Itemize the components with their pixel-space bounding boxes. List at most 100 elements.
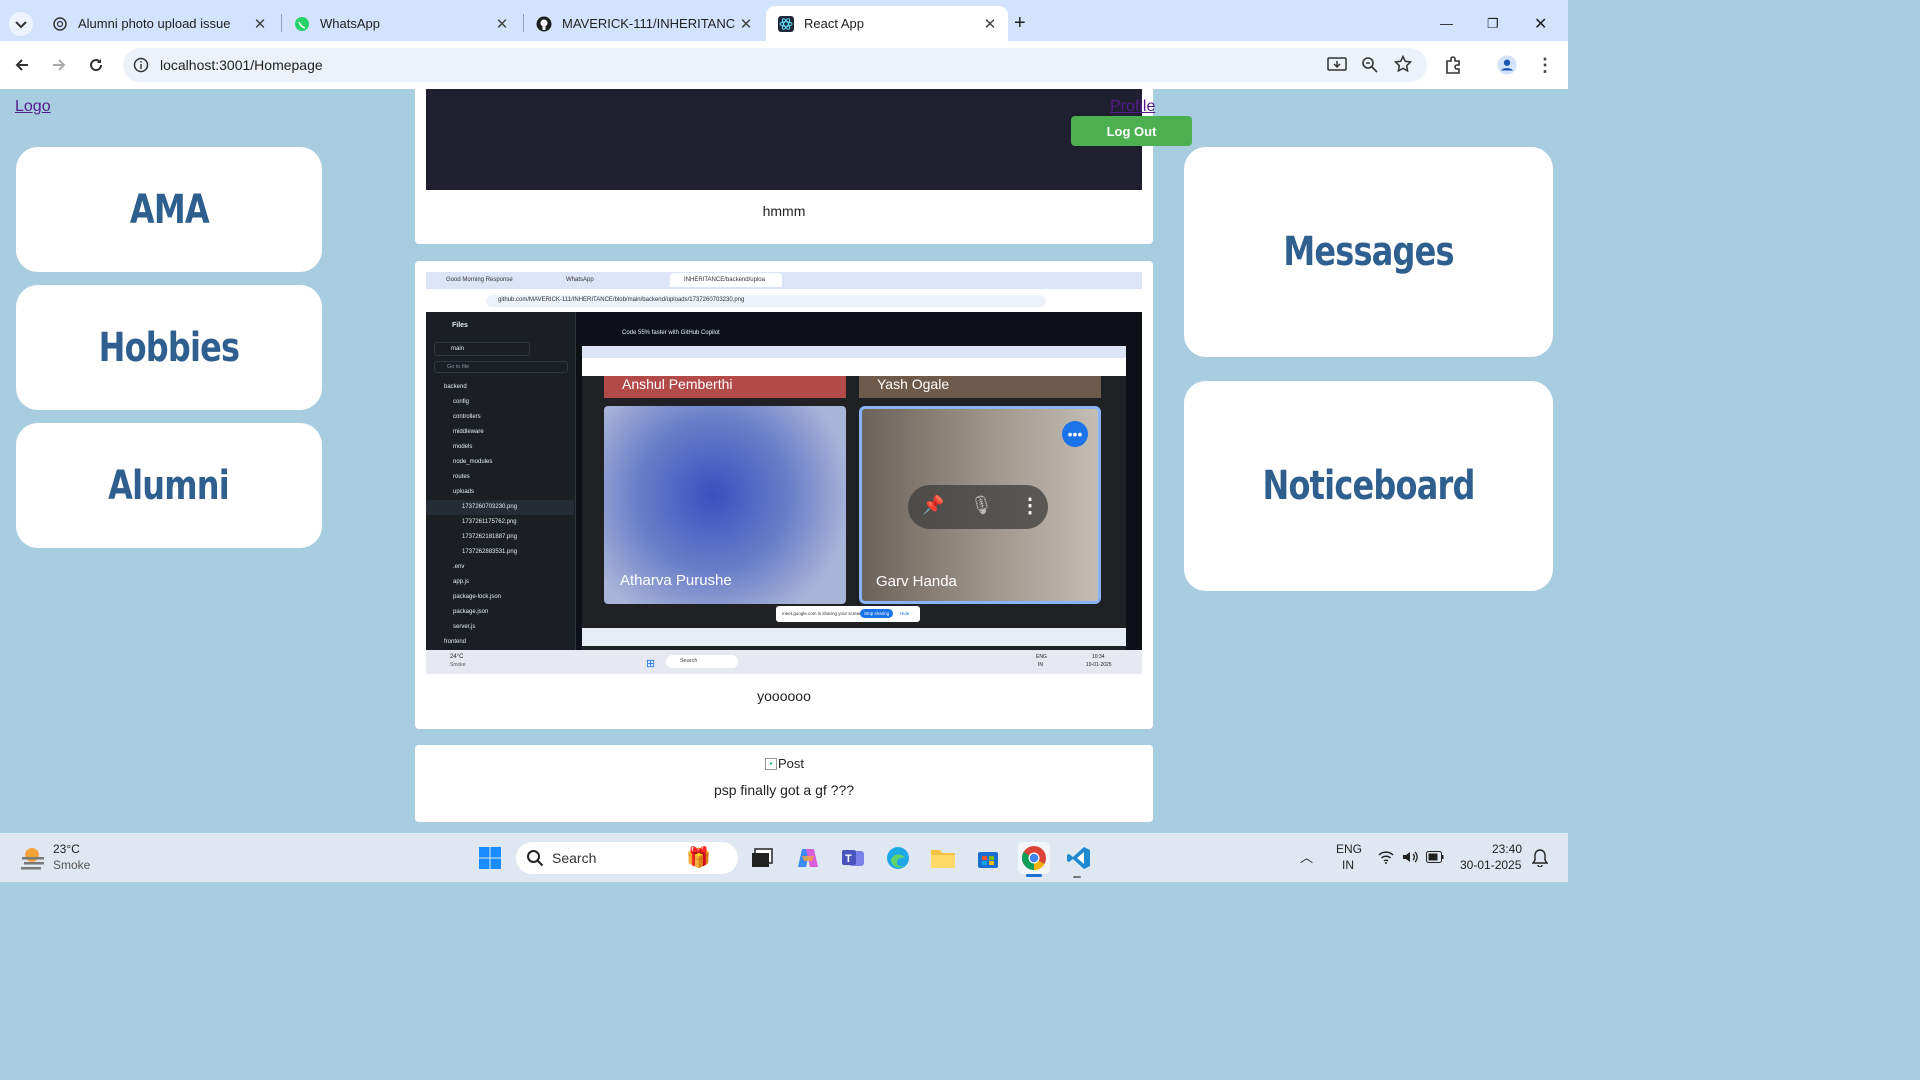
nav-card-messages[interactable]: Messages [1184,147,1553,357]
input-language[interactable]: ENG [1336,842,1362,856]
screenshot-file-tree: backend config controllers middleware models… [426,380,574,650]
screenshot-participant-tile: Anshul Pemberthi [604,376,846,398]
hide-link: Hide [900,611,910,616]
clock-time[interactable]: 23:40 [1492,842,1522,856]
weather-desc[interactable]: Smoke [53,858,90,872]
screenshot-file-row: config [453,399,470,405]
screenshot-file-row: uploads [453,489,475,495]
close-icon[interactable]: ✕ [250,15,270,33]
mic-icon: 🎙 [970,495,993,515]
share-bar-text: meet.google.com is sharing your screen. [782,611,864,616]
weather-temp[interactable]: 23°C [53,842,80,856]
wifi-icon[interactable] [1378,850,1394,864]
chevron-down-icon [9,11,33,36]
screenshot-file-row: backend [444,384,467,390]
profile-link[interactable]: Profile [1110,98,1155,116]
close-icon[interactable]: ✕ [736,15,756,33]
post-image[interactable] [426,89,1142,190]
react-icon [778,15,794,32]
screenshot-browser-chrome: Good Morning Response WhatsApp INHERITAN… [426,272,1142,312]
nav-card-alumni[interactable]: Alumni [16,423,322,548]
reload-button[interactable] [86,55,106,75]
github-icon [536,16,552,32]
taskbar-search[interactable]: Search 🎁 [516,842,738,874]
zoom-icon[interactable] [1361,56,1379,79]
arrow-right-icon [53,59,66,71]
close-icon[interactable]: ✕ [492,15,512,33]
screenshot-file-row: node_modules [453,459,493,465]
task-view-button[interactable] [746,842,778,874]
logout-button[interactable]: Log Out [1071,116,1192,146]
screenshot-address-row: github.com/MAVERICK-111/INHERITANCE/blob… [426,289,1142,312]
copilot-button[interactable] [792,842,824,874]
reload-icon [90,59,103,72]
tab-search-button[interactable] [8,6,34,41]
start-button[interactable] [474,842,506,874]
screenshot-participant-tile: ••• 📌 🎙 ⋮ Garv Handa [859,406,1101,604]
file-explorer-button[interactable] [927,842,959,874]
forward-button[interactable] [49,55,69,75]
profile-avatar-button[interactable] [1497,55,1517,75]
install-app-icon[interactable] [1327,56,1347,79]
post-image[interactable]: Good Morning Response WhatsApp INHERITAN… [426,272,1142,674]
screenshot-file-row: models [453,444,473,450]
participant-name: Atharva Purushe [620,572,732,589]
react-app-page: Logo AMA Hobbies Alumni Messages Noticeb… [0,89,1568,833]
chatgpt-icon [52,16,68,32]
screenshot-copilot-banner: Code 55% faster with GitHub Copilot [622,330,720,336]
back-button[interactable] [12,55,32,75]
minimize-button[interactable]: — [1440,6,1464,41]
nav-card-noticeboard[interactable]: Noticeboard [1184,381,1553,591]
post-card: Good Morning Response WhatsApp INHERITAN… [415,261,1153,729]
close-icon[interactable]: ✕ [980,15,1000,33]
screenshot-main-area: Code 55% faster with GitHub Copilot Ansh… [576,312,1142,650]
tab-github[interactable]: MAVERICK-111/INHERITANCE ✕ [524,6,764,41]
tab-react-app[interactable]: React App ✕ [766,6,1008,41]
svg-text:T: T [845,853,852,865]
volume-icon[interactable] [1402,850,1418,864]
pin-icon: 📌 [922,495,945,515]
omnibox[interactable]: localhost:3001/Homepage [123,48,1427,82]
screenshot-participant-tile: Yash Ogale [859,376,1101,398]
broken-image-icon: ▪ [765,757,777,770]
chrome-button[interactable] [1018,842,1050,874]
screenshot-share-bar: meet.google.com is sharing your screen. … [776,606,920,622]
store-button[interactable] [972,842,1004,874]
new-tab-button[interactable]: + [1014,6,1042,41]
weather-icon[interactable] [18,843,48,871]
participant-name: Yash Ogale [877,376,950,392]
clock-date[interactable]: 30-01-2025 [1460,858,1521,872]
chevron-up-icon[interactable]: ︿ [1300,847,1313,866]
logo-link[interactable]: Logo [15,98,51,116]
restore-button[interactable]: ❐ [1487,6,1511,41]
avatar-icon [1497,55,1517,75]
tab-whatsapp[interactable]: WhatsApp ✕ [282,6,520,41]
nav-card-ama[interactable]: AMA [16,147,322,272]
edge-button[interactable] [882,842,914,874]
post-card: hmmm [415,89,1153,244]
nav-card-hobbies[interactable]: Hobbies [16,285,322,410]
info-icon[interactable] [133,57,149,78]
close-window-button[interactable]: ✕ [1534,6,1558,41]
extensions-button[interactable] [1444,55,1464,75]
input-region[interactable]: IN [1342,858,1354,872]
minimize-icon: — [1440,16,1453,31]
post-card: ▪ Post psp finally got a gf ??? [415,745,1153,822]
screenshot-file-row: controllers [453,414,481,420]
screenshot-taskbar: 24°C Smoke ⊞ Search ENG IN 10:34 19-01-2… [426,650,1142,674]
vscode-button[interactable] [1063,842,1095,874]
post-image-broken[interactable]: ▪ Post [765,756,804,771]
screenshot-search: Search [666,655,738,668]
post-caption: psp finally got a gf ??? [713,782,855,798]
gift-icon: 🎁 [686,847,711,869]
url-text[interactable]: localhost:3001/Homepage [160,57,323,73]
chrome-menu-button[interactable]: ⋮ [1535,55,1555,75]
tab-alumni-upload[interactable]: Alumni photo upload issue ✕ [40,6,278,41]
notification-bell-icon[interactable] [1532,849,1548,867]
bookmark-star-icon[interactable] [1393,54,1413,78]
battery-icon[interactable] [1426,851,1444,863]
screenshot-tile-controls: 📌 🎙 ⋮ [908,485,1048,529]
teams-button[interactable]: T [837,842,869,874]
stop-sharing-button: Stop sharing [860,609,894,618]
screenshot-lang: ENG [1036,654,1047,660]
